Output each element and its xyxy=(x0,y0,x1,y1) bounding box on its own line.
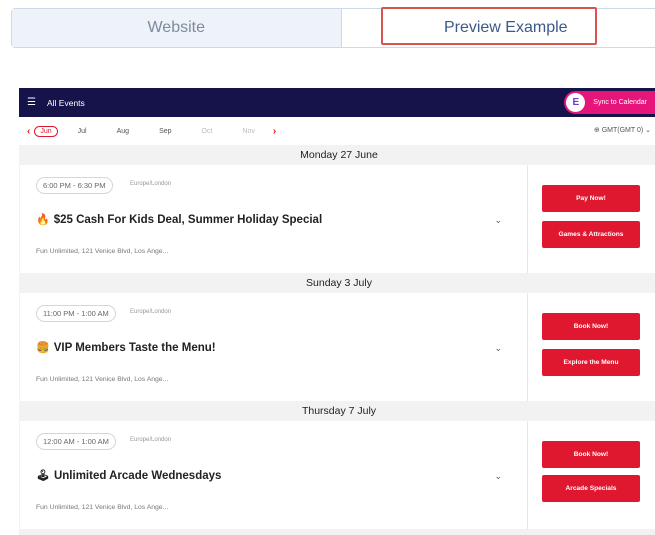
date-header: Thursday 7 July xyxy=(19,401,655,421)
events-widget: ☰ All Events E Sync to Calendar ‹ Jun Ju… xyxy=(19,88,655,535)
event-actions: Pay Now! Games & Attractions xyxy=(528,165,655,273)
month-aug[interactable]: Aug xyxy=(117,128,129,135)
next-month-arrow-icon[interactable]: › xyxy=(273,126,276,137)
chevron-down-icon: ⌄ xyxy=(645,127,651,134)
widget-topbar: ☰ All Events E Sync to Calendar xyxy=(19,88,655,117)
event-title: 🔥 $25 Cash For Kids Deal, Summer Holiday … xyxy=(36,214,323,226)
event-actions: Book Now! Arcade Specials xyxy=(528,421,655,529)
event-venue: Fun Unlimited, 121 Venice Blvd, Los Ange… xyxy=(36,504,169,511)
fire-icon: 🔥 xyxy=(36,214,50,226)
expand-chevron-icon[interactable]: ⌄ xyxy=(494,215,502,226)
joystick-icon: 🕹 xyxy=(36,470,50,482)
tab-preview-example[interactable]: Preview Example xyxy=(340,9,655,47)
event-actions: Book Now! Explore the Menu xyxy=(528,293,655,401)
explore-menu-button[interactable]: Explore the Menu xyxy=(542,349,640,376)
event-time: 6:00 PM - 6:30 PM xyxy=(36,177,113,194)
month-nov: Nov xyxy=(242,127,255,135)
event-venue: Fun Unlimited, 121 Venice Blvd, Los Ange… xyxy=(36,376,169,383)
event-time: 12:00 AM - 1:00 AM xyxy=(36,433,116,450)
expand-chevron-icon[interactable]: ⌄ xyxy=(494,343,502,354)
sync-label: Sync to Calendar xyxy=(593,99,647,106)
timezone-label: GMT(GMT 0) xyxy=(601,127,644,134)
event-card: 6:00 PM - 6:30 PM Europe/London 🔥 $25 Cas… xyxy=(20,165,655,273)
month-sep[interactable]: Sep xyxy=(159,128,171,135)
event-timezone: Europe/London xyxy=(130,181,172,187)
event-venue: Fun Unlimited, 121 Venice Blvd, Los Ange… xyxy=(36,248,169,255)
month-jul[interactable]: Jul xyxy=(78,128,87,135)
sync-to-calendar-button[interactable]: E Sync to Calendar xyxy=(564,91,655,114)
all-events-label[interactable]: All Events xyxy=(47,98,85,108)
event-title: 🕹 Unlimited Arcade Wednesdays xyxy=(36,470,222,482)
event-details[interactable]: 6:00 PM - 6:30 PM Europe/London 🔥 $25 Cas… xyxy=(20,165,528,273)
event-timezone: Europe/London xyxy=(130,309,172,315)
calendar-logo-icon: E xyxy=(566,93,586,112)
timezone-selector[interactable]: ⊕ GMT(GMT 0) ⌄ xyxy=(594,126,651,134)
tab-website[interactable]: Website xyxy=(12,9,341,47)
filter-icon[interactable]: ☰ xyxy=(27,97,41,108)
view-tabs: Website Preview Example xyxy=(11,8,655,48)
event-card: 12:00 AM - 1:00 AM Europe/London 🕹 Unlimi… xyxy=(20,421,655,529)
date-header: Monday 27 June xyxy=(19,145,655,165)
pay-now-button[interactable]: Pay Now! xyxy=(542,185,640,212)
expand-chevron-icon[interactable]: ⌄ xyxy=(494,471,502,482)
arcade-specials-button[interactable]: Arcade Specials xyxy=(542,475,640,502)
event-details[interactable]: 11:00 PM - 1:00 AM Europe/London 🍔 VIP Me… xyxy=(20,293,528,401)
event-title: 🍔 VIP Members Taste the Menu! xyxy=(36,342,216,354)
month-oct: Oct xyxy=(201,127,213,135)
event-details[interactable]: 12:00 AM - 1:00 AM Europe/London 🕹 Unlimi… xyxy=(20,421,528,529)
burger-icon: 🍔 xyxy=(36,342,50,354)
month-jun[interactable]: Jun xyxy=(34,125,58,137)
date-header: Sunday 3 July xyxy=(19,273,655,293)
games-attractions-button[interactable]: Games & Attractions xyxy=(542,221,640,248)
book-now-button[interactable]: Book Now! xyxy=(542,441,640,468)
event-time: 11:00 PM - 1:00 AM xyxy=(36,305,116,322)
event-timezone: Europe/London xyxy=(130,437,172,443)
month-navigation: ‹ Jun Jul Aug Sep Oct Nov › ⊕ GMT(GMT 0)… xyxy=(19,117,655,145)
event-card: 11:00 PM - 1:00 AM Europe/London 🍔 VIP Me… xyxy=(20,293,655,401)
book-now-button[interactable]: Book Now! xyxy=(542,313,640,340)
globe-icon: ⊕ xyxy=(593,127,600,134)
prev-month-arrow-icon[interactable]: ‹ xyxy=(27,126,30,137)
